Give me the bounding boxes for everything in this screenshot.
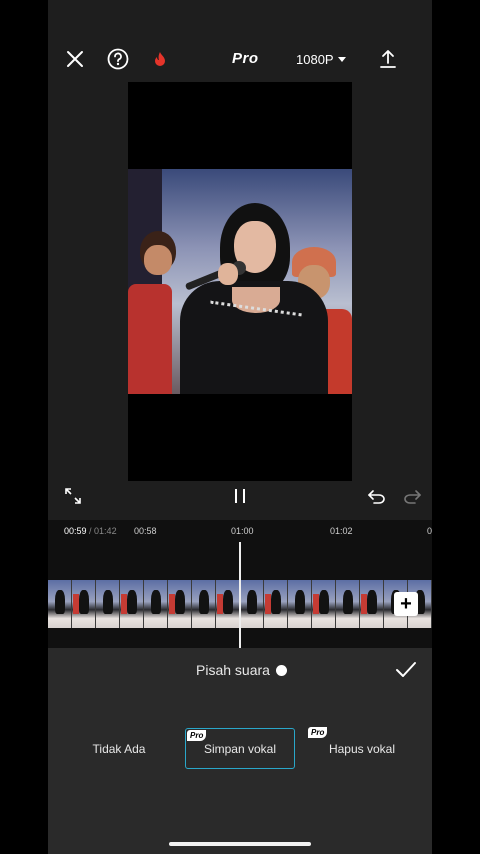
video-frame xyxy=(128,169,352,394)
option-label: Hapus vokal xyxy=(328,741,396,756)
checkmark-icon[interactable] xyxy=(395,660,417,680)
clip-thumbnail xyxy=(48,580,72,628)
panel-title-text: Pisah suara xyxy=(196,662,270,678)
current-time: 00:59 / 01:42 xyxy=(64,526,117,536)
editor-screen: Pro 1080P 00:59 / 01:42 00:58 01:00 01:0… xyxy=(48,0,432,854)
timeline[interactable]: 00:59 / 01:42 00:58 01:00 01:02 0 + xyxy=(48,520,432,648)
info-dot-icon[interactable] xyxy=(275,664,287,676)
caret-down-icon xyxy=(337,57,346,62)
total-time-value: 01:42 xyxy=(94,526,117,536)
fullscreen-icon[interactable] xyxy=(63,486,83,506)
clip-thumbnail xyxy=(288,580,312,628)
home-indicator[interactable] xyxy=(169,842,311,846)
timeline-tick: 01:02 xyxy=(330,526,353,536)
export-icon[interactable] xyxy=(376,47,400,71)
clip-thumbnail xyxy=(144,580,168,628)
clip-thumbnail xyxy=(72,580,96,628)
option-label: Tidak Ada xyxy=(92,741,146,756)
clip-thumbnail xyxy=(336,580,360,628)
clip-thumbnail xyxy=(216,580,240,628)
video-preview[interactable] xyxy=(128,82,352,481)
voice-separation-panel: Pisah suara Tidak Ada Pro Simpan vokal P… xyxy=(48,648,432,854)
top-toolbar: Pro 1080P xyxy=(48,0,432,80)
fire-icon[interactable] xyxy=(148,47,172,71)
timeline-tick: 01:00 xyxy=(231,526,254,536)
clip-thumbnail xyxy=(312,580,336,628)
clip-thumbnail xyxy=(240,580,264,628)
panel-title: Pisah suara xyxy=(196,662,287,678)
clip-thumbnail xyxy=(168,580,192,628)
timeline-tick: 0 xyxy=(427,526,432,536)
clip-thumbnail xyxy=(192,580,216,628)
clip-thumbnail xyxy=(120,580,144,628)
redo-icon[interactable] xyxy=(402,486,422,506)
playhead[interactable] xyxy=(239,542,241,648)
option-keep-vocals[interactable]: Pro Simpan vokal xyxy=(185,728,295,769)
option-label: Simpan vokal xyxy=(203,741,277,756)
pro-badge: Pro xyxy=(187,730,207,741)
close-icon[interactable] xyxy=(63,47,87,71)
undo-icon[interactable] xyxy=(367,486,387,506)
pro-badge: Pro xyxy=(308,727,328,738)
add-clip-button[interactable]: + xyxy=(394,592,418,616)
timeline-tick: 00:58 xyxy=(134,526,157,536)
help-icon[interactable] xyxy=(106,47,130,71)
clip-thumbnail xyxy=(96,580,120,628)
clip-thumbnail xyxy=(264,580,288,628)
clip-thumbnail xyxy=(360,580,384,628)
pause-icon[interactable] xyxy=(230,486,250,506)
resolution-label: 1080P xyxy=(296,52,334,67)
current-time-value: 00:59 xyxy=(64,526,87,536)
option-none[interactable]: Tidak Ada xyxy=(74,728,164,769)
resolution-selector[interactable]: 1080P xyxy=(296,52,346,67)
option-remove-vocals[interactable]: Pro Hapus vokal xyxy=(308,727,414,769)
pro-label[interactable]: Pro xyxy=(232,50,259,67)
